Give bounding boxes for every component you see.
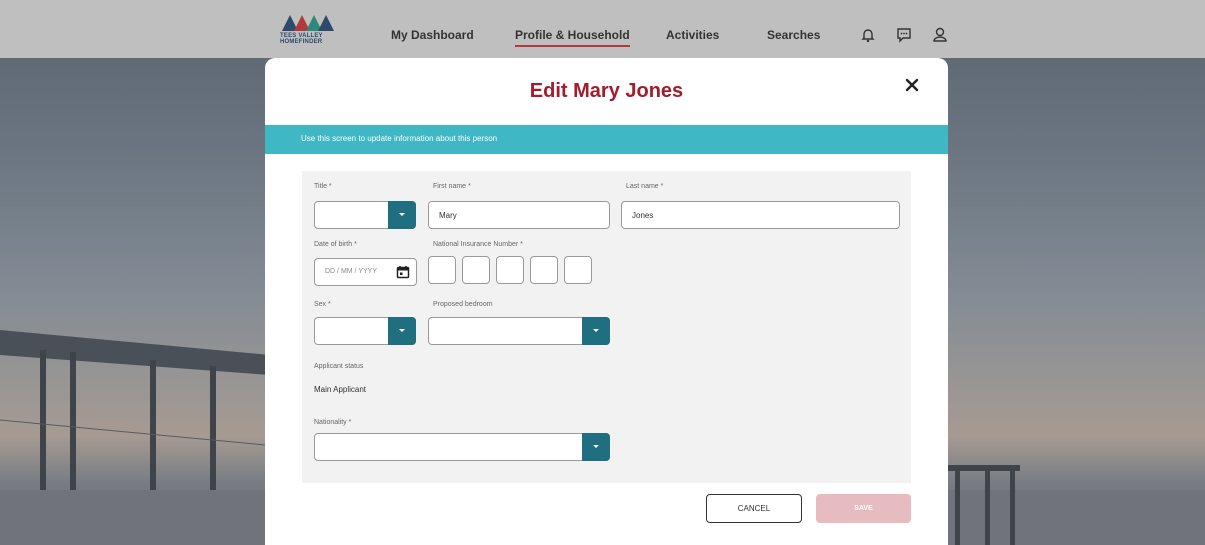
logo-mark-icon (282, 15, 334, 31)
logo[interactable]: TEES VALLEY HOMEFINDER (280, 11, 336, 51)
nationality-select[interactable] (314, 433, 610, 461)
user-icon[interactable] (931, 26, 949, 44)
cancel-button[interactable]: CANCEL (706, 494, 802, 523)
ni-number-box-1[interactable] (428, 256, 456, 284)
first-name-input[interactable]: Mary (428, 201, 610, 229)
title-label: Title * (314, 183, 332, 190)
save-button[interactable]: SAVE (816, 494, 911, 523)
applicant-status-label: Applicant status (314, 363, 364, 370)
top-navigation: TEES VALLEY HOMEFINDER My Dashboard Profi… (0, 0, 1205, 58)
edit-person-modal: Edit Mary Jones Use this screen to updat… (265, 58, 948, 545)
dob-input[interactable]: DD / MM / YYYY (314, 258, 417, 286)
info-banner: Use this screen to update information ab… (265, 125, 948, 154)
ni-number-box-2[interactable] (462, 256, 490, 284)
message-icon[interactable] (895, 26, 913, 44)
bell-icon[interactable] (859, 26, 877, 44)
modal-title: Edit Mary Jones (529, 80, 684, 102)
sex-label: Sex * (314, 301, 331, 308)
sex-select[interactable] (314, 317, 416, 345)
chevron-down-icon[interactable] (582, 317, 610, 345)
chevron-down-icon[interactable] (388, 317, 416, 345)
chevron-down-icon[interactable] (582, 433, 610, 461)
calendar-icon[interactable] (396, 265, 410, 284)
ni-number-box-3[interactable] (496, 256, 524, 284)
info-text: Use this screen to update information ab… (301, 134, 498, 143)
chevron-down-icon[interactable] (388, 201, 416, 229)
bedroom-label: Proposed bedroom (433, 301, 493, 308)
close-icon[interactable] (901, 74, 923, 96)
logo-text: TEES VALLEY HOMEFINDER (280, 33, 323, 45)
nav-searches[interactable]: Searches (767, 28, 820, 42)
bedroom-select[interactable] (428, 317, 610, 345)
last-name-input[interactable]: Jones (621, 201, 900, 229)
ni-number-box-5[interactable] (564, 256, 592, 284)
ni-number-label: National Insurance Number * (433, 241, 523, 248)
dob-label: Date of birth * (314, 241, 357, 248)
applicant-status-value: Main Applicant (314, 385, 367, 394)
first-name-label: First name * (433, 183, 471, 190)
nationality-label: Nationality * (314, 419, 352, 426)
title-select[interactable] (314, 201, 416, 229)
last-name-label: Last name * (626, 183, 664, 190)
nav-activities[interactable]: Activities (666, 28, 719, 42)
nav-profile-household[interactable]: Profile & Household (515, 28, 630, 47)
nav-my-dashboard[interactable]: My Dashboard (391, 28, 474, 42)
person-form: Title * First name * Mary Last name * Jo… (302, 171, 911, 483)
ni-number-box-4[interactable] (530, 256, 558, 284)
